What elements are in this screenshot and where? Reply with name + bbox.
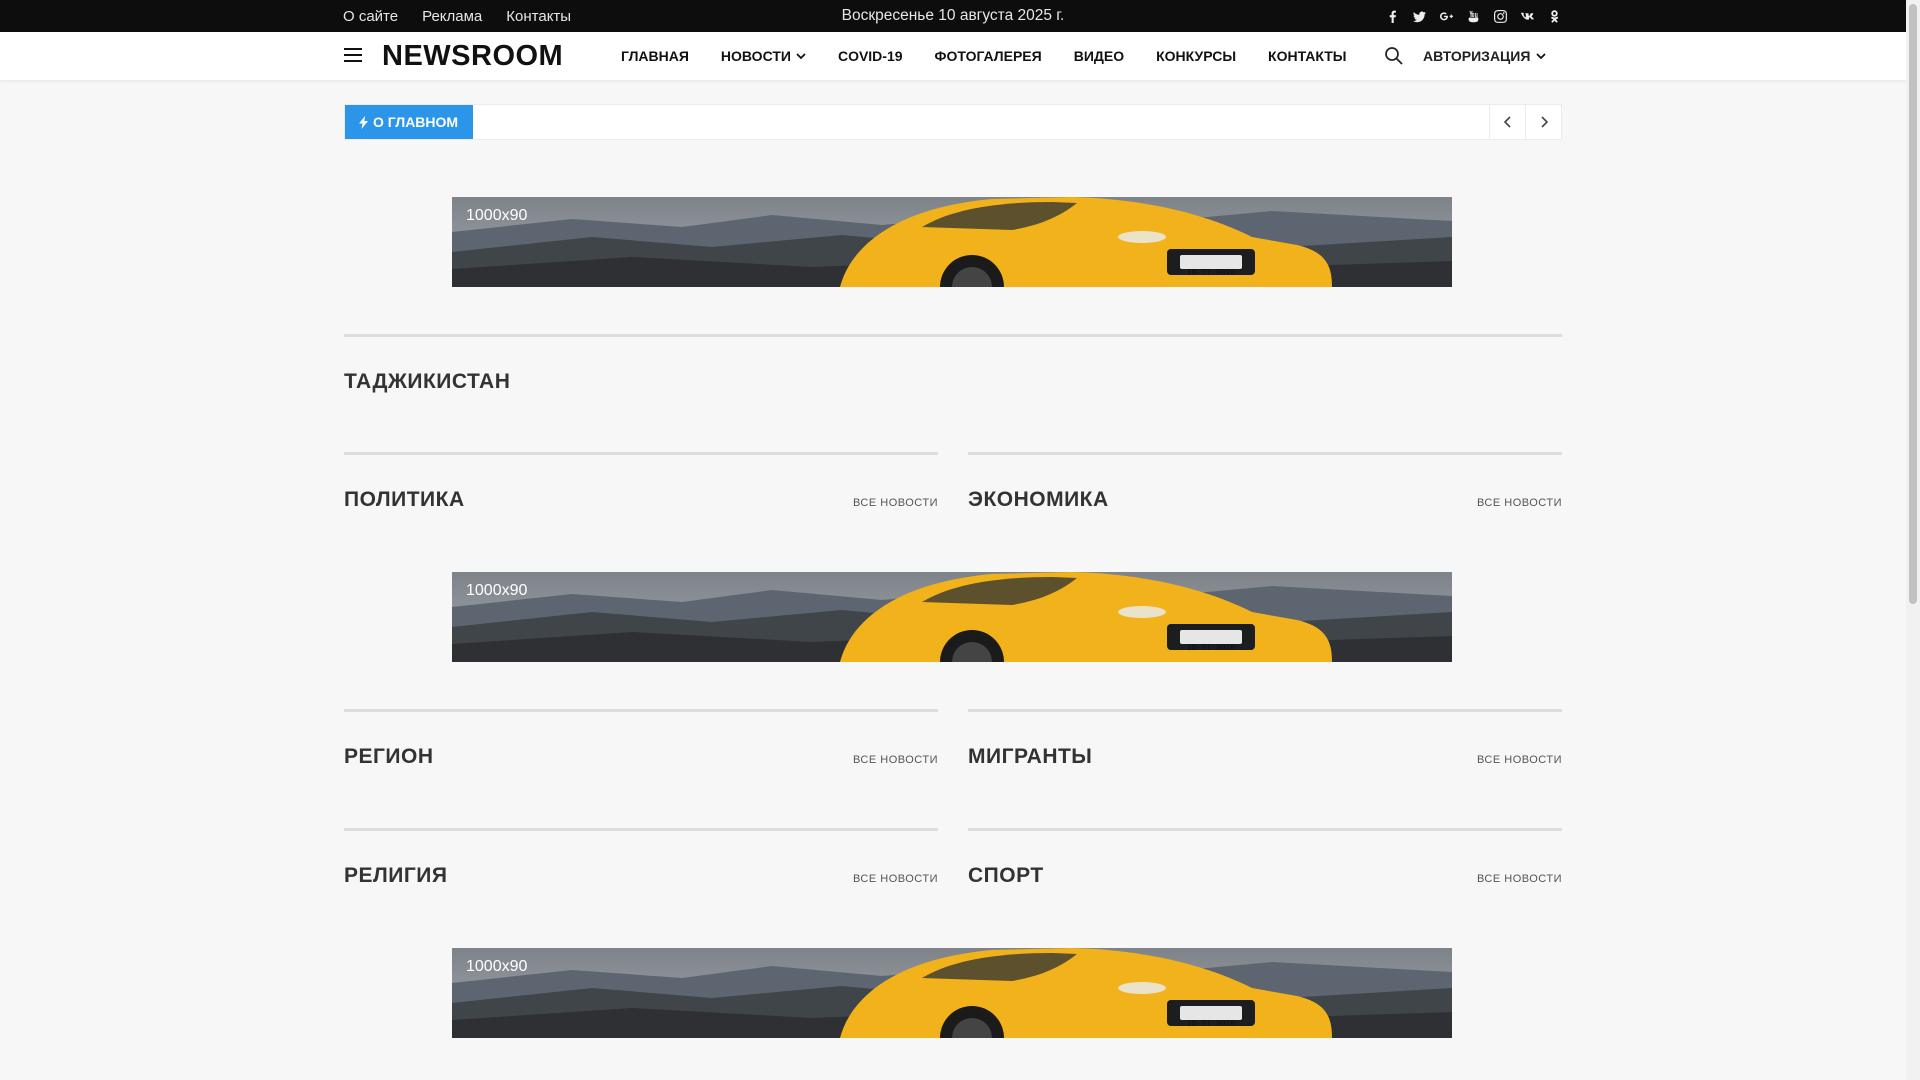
chevron-down-icon	[1536, 53, 1547, 60]
lightning-icon	[359, 115, 368, 129]
all-news-link[interactable]: ВСЕ НОВОСТИ	[1477, 497, 1562, 509]
section-region: РЕГИОН ВСЕ НОВОСТИ	[344, 709, 938, 769]
ticker-label: О ГЛАВНОМ	[345, 105, 474, 139]
chevron-left-icon	[1503, 116, 1511, 128]
section-religion: РЕЛИГИЯ ВСЕ НОВОСТИ	[344, 828, 938, 888]
nav-item-label: ВИДЕО	[1073, 48, 1125, 64]
all-news-link[interactable]: ВСЕ НОВОСТИ	[853, 873, 938, 885]
facebook-icon[interactable]	[1385, 9, 1399, 23]
search-icon[interactable]	[1384, 46, 1404, 66]
ad-size-label: 1000x90	[466, 582, 528, 599]
main-nav: ГЛАВНАЯ НОВОСТИ COVID-19 ФОТОГАЛЕРЕЯ ВИД…	[621, 32, 1379, 80]
all-news-link[interactable]: ВСЕ НОВОСТИ	[853, 754, 938, 766]
nav-item-label: ГЛАВНАЯ	[621, 48, 689, 64]
ticker-prev-button[interactable]	[1489, 105, 1525, 139]
youtube-icon[interactable]	[1466, 9, 1480, 23]
instagram-icon[interactable]	[1493, 9, 1507, 23]
section-title[interactable]: ТАДЖИКИСТАН	[344, 370, 510, 394]
current-date: Воскресенье 10 августа 2025 г.	[841, 7, 1065, 24]
vk-icon[interactable]	[1520, 9, 1534, 23]
license-plate-text: IN-TT 3020	[1186, 643, 1236, 652]
odnoklassniki-icon[interactable]	[1547, 9, 1561, 23]
section-title[interactable]: ЭКОНОМИКА	[968, 488, 1109, 512]
section-politics: ПОЛИТИКА ВСЕ НОВОСТИ	[344, 452, 938, 512]
ad-scene	[452, 572, 1452, 662]
section-economy: ЭКОНОМИКА ВСЕ НОВОСТИ	[968, 452, 1562, 512]
twitter-icon[interactable]	[1412, 9, 1426, 23]
license-plate-text: IN-TT 3020	[1186, 1019, 1236, 1028]
section-sport: СПОРТ ВСЕ НОВОСТИ	[968, 828, 1562, 888]
chevron-right-icon	[1540, 116, 1548, 128]
license-plate-text: IN-TT 3020	[1186, 268, 1236, 277]
all-news-link[interactable]: ВСЕ НОВОСТИ	[1477, 873, 1562, 885]
page-scrollbar[interactable]	[1906, 0, 1920, 1080]
nav-item-label: COVID-19	[837, 48, 903, 64]
section-tajikistan: ТАДЖИКИСТАН	[344, 334, 1562, 414]
google-plus-icon[interactable]	[1439, 9, 1453, 23]
menu-icon[interactable]	[344, 48, 362, 63]
ad-banner-image[interactable]: 1000x90 IN-TT 3020	[452, 948, 1452, 1038]
nav-item-label: ФОТОГАЛЕРЕЯ	[934, 48, 1042, 64]
social-links	[1385, 0, 1561, 32]
section-title[interactable]: ПОЛИТИКА	[344, 488, 465, 512]
ad-scene	[452, 948, 1452, 1038]
site-logo[interactable]: NEWSROOM	[382, 38, 563, 74]
nav-item-home[interactable]: ГЛАВНАЯ	[621, 48, 689, 64]
ad-size-label: 1000x90	[466, 207, 528, 224]
ticker-label-text: О ГЛАВНОМ	[373, 114, 459, 130]
ticker-next-button[interactable]	[1525, 105, 1561, 139]
nav-item-video[interactable]: ВИДЕО	[1074, 48, 1124, 64]
section-title[interactable]: МИГРАНТЫ	[968, 745, 1092, 769]
section-migrants: МИГРАНТЫ ВСЕ НОВОСТИ	[968, 709, 1562, 769]
nav-item-covid[interactable]: COVID-19	[838, 48, 903, 64]
nav-item-label: КОНКУРСЫ	[1156, 48, 1237, 64]
news-ticker: О ГЛАВНОМ	[344, 104, 1562, 140]
chevron-down-icon	[796, 53, 806, 60]
main-header: NEWSROOM ГЛАВНАЯ НОВОСТИ COVID-19 ФОТОГА…	[0, 32, 1906, 80]
section-title[interactable]: РЕЛИГИЯ	[344, 864, 447, 888]
auth-menu[interactable]: АВТОРИЗАЦИЯ	[1423, 32, 1547, 80]
nav-item-news[interactable]: НОВОСТИ	[721, 48, 806, 64]
all-news-link[interactable]: ВСЕ НОВОСТИ	[853, 497, 938, 509]
scrollbar-thumb[interactable]	[1909, 4, 1917, 604]
all-news-link[interactable]: ВСЕ НОВОСТИ	[1477, 754, 1562, 766]
ad-scene	[452, 197, 1452, 287]
auth-label: АВТОРИЗАЦИЯ	[1423, 48, 1531, 64]
nav-item-label: НОВОСТИ	[720, 48, 791, 64]
section-title[interactable]: РЕГИОН	[344, 745, 434, 769]
nav-item-contests[interactable]: КОНКУРСЫ	[1156, 48, 1236, 64]
top-bar: О сайте Реклама Контакты Воскресенье 10 …	[0, 0, 1906, 32]
nav-item-photogallery[interactable]: ФОТОГАЛЕРЕЯ	[935, 48, 1042, 64]
section-title[interactable]: СПОРТ	[968, 864, 1044, 888]
ad-banner-image[interactable]: 1000x90 IN-TT 3020	[452, 197, 1452, 287]
nav-item-label: КОНТАКТЫ	[1268, 48, 1347, 64]
nav-item-contacts[interactable]: КОНТАКТЫ	[1268, 48, 1346, 64]
ad-size-label: 1000x90	[466, 958, 528, 975]
ad-banner-image[interactable]: 1000x90 IN-TT 3020	[452, 572, 1452, 662]
